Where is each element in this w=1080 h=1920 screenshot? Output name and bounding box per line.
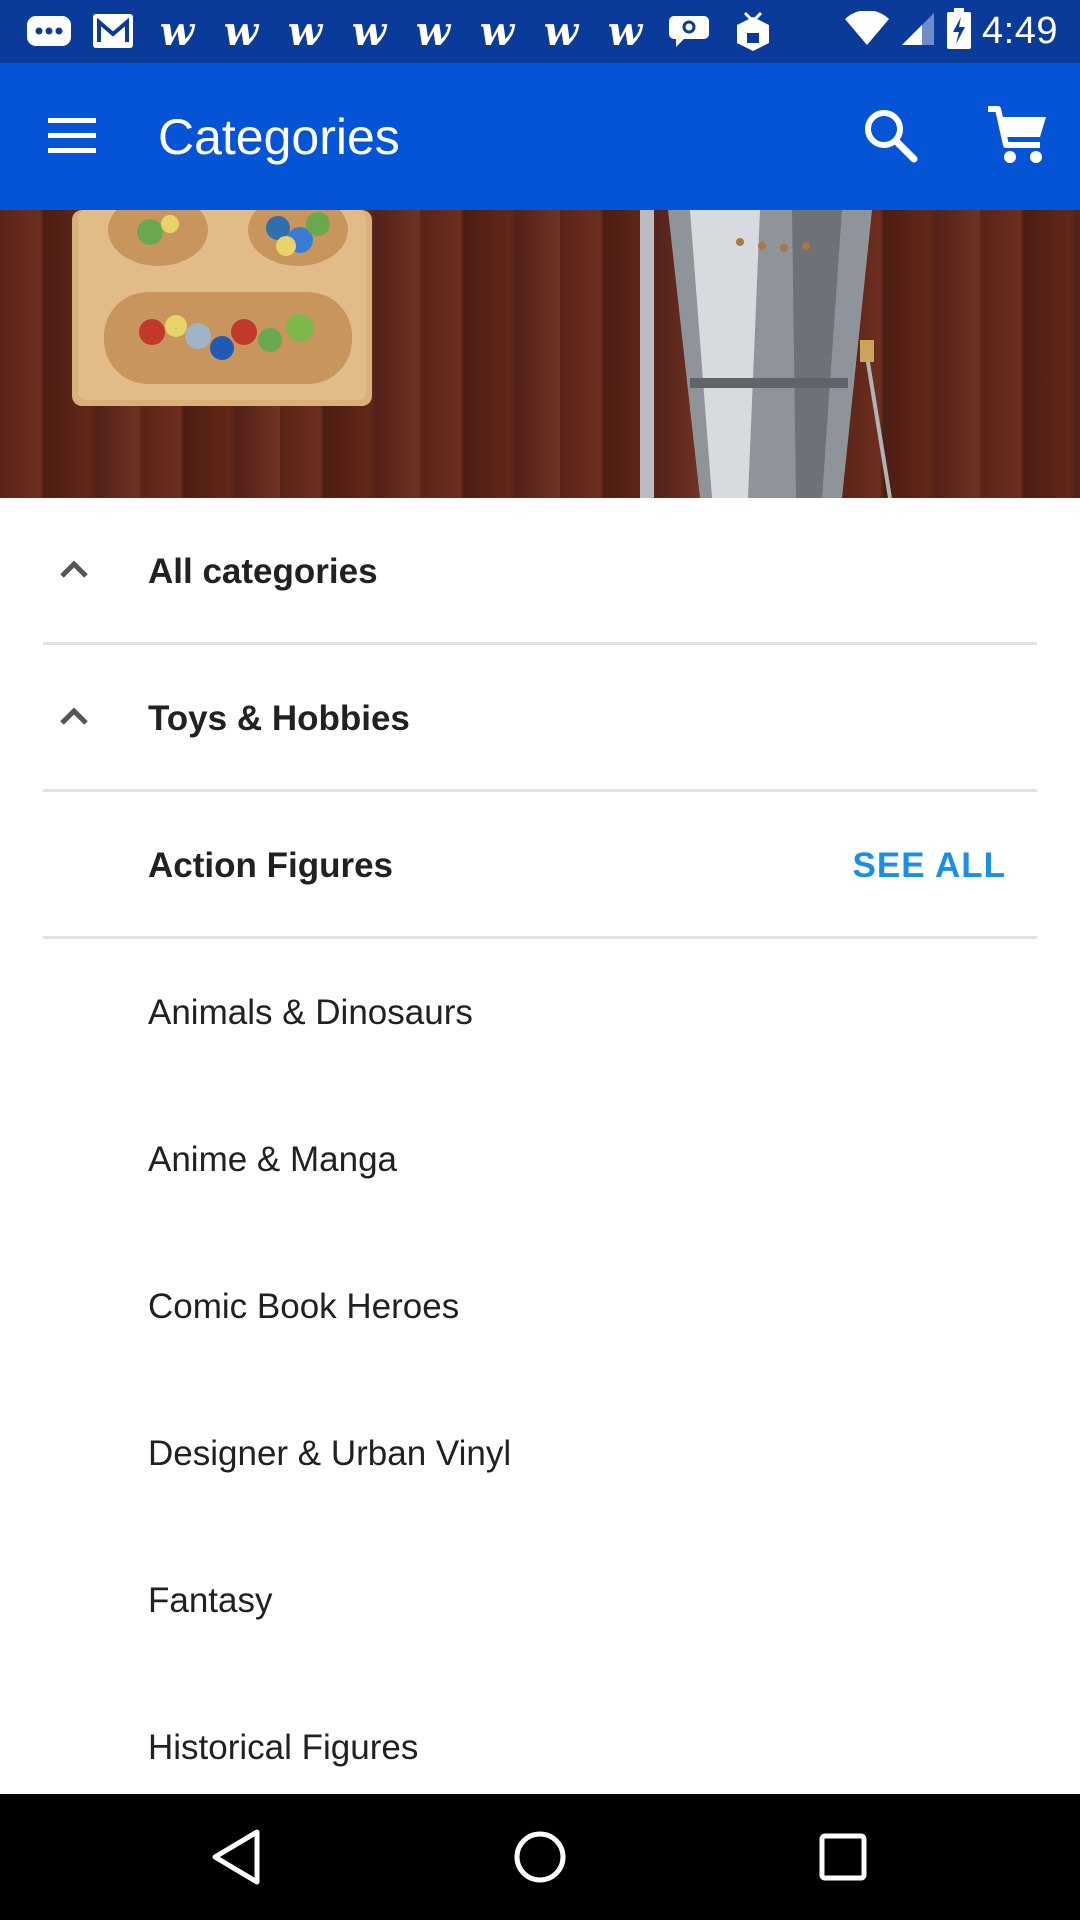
- home-circle-icon: [514, 1831, 566, 1883]
- back-triangle-icon: [212, 1829, 260, 1885]
- action-figures-row[interactable]: Action Figures SEE ALL: [0, 792, 1080, 939]
- battery-charging-icon: [946, 8, 972, 55]
- list-item-label: Comic Book Heroes: [148, 1286, 460, 1326]
- see-all-button[interactable]: SEE ALL: [853, 846, 1007, 886]
- list-item-label: Designer & Urban Vinyl: [148, 1433, 512, 1473]
- toys-hobbies-row[interactable]: Toys & Hobbies: [0, 645, 1080, 792]
- menu-button[interactable]: [38, 109, 110, 165]
- list-item-label: Fantasy: [148, 1580, 273, 1620]
- list-item-label: Animals & Dinosaurs: [148, 992, 473, 1032]
- notification-icons: w w w w w w w w: [0, 7, 778, 55]
- w-icon: w: [223, 7, 259, 55]
- list-item[interactable]: Anime & Manga: [0, 1086, 1080, 1233]
- list-item-label: Historical Figures: [148, 1727, 419, 1767]
- search-icon: [865, 110, 918, 163]
- list-item[interactable]: Animals & Dinosaurs: [0, 939, 1080, 1086]
- category-list: All categories Toys & Hobbies Action Fig…: [0, 498, 1080, 1821]
- parent-category-label: Toys & Hobbies: [148, 698, 410, 738]
- shopping-cart-icon: [988, 106, 1046, 163]
- hamburger-icon: [48, 118, 96, 153]
- home-button[interactable]: [507, 1824, 573, 1890]
- list-item[interactable]: Comic Book Heroes: [0, 1233, 1080, 1380]
- back-button[interactable]: [205, 1824, 271, 1890]
- w-icon: w: [159, 7, 195, 55]
- w-icon: w: [607, 7, 643, 55]
- navigation-bar: [0, 1794, 1080, 1920]
- list-item-label: Anime & Manga: [148, 1139, 398, 1179]
- subcategory-label: Action Figures: [148, 845, 394, 885]
- chevron-up-icon[interactable]: [56, 552, 92, 588]
- box-icon: [728, 11, 778, 52]
- status-bar: w w w w w w w w 4:49: [0, 0, 1080, 63]
- system-status: 4:49: [844, 8, 1080, 55]
- list-item[interactable]: Designer & Urban Vinyl: [0, 1380, 1080, 1527]
- w-icon: w: [415, 7, 451, 55]
- hero-illustration: [72, 210, 892, 498]
- hero-banner-image: [0, 210, 1080, 498]
- app-bar: Categories: [0, 63, 1080, 210]
- wifi-icon: [844, 10, 890, 52]
- w-icon: w: [543, 7, 579, 55]
- w-icon: w: [351, 7, 387, 55]
- clock: 4:49: [982, 10, 1058, 52]
- chevron-up-icon[interactable]: [56, 699, 92, 735]
- all-categories-row[interactable]: All categories: [0, 498, 1080, 645]
- list-item[interactable]: Fantasy: [0, 1527, 1080, 1674]
- page-title: Categories: [158, 109, 400, 165]
- all-categories-label: All categories: [148, 551, 378, 591]
- chat-icon: [24, 12, 74, 52]
- search-button[interactable]: [858, 103, 924, 169]
- recents-button[interactable]: [810, 1824, 876, 1890]
- cell-signal-icon: [900, 11, 936, 52]
- cart-button[interactable]: [984, 103, 1052, 169]
- w-icon: w: [287, 7, 323, 55]
- speech-bubble-icon: [664, 12, 714, 52]
- gmail-icon: [88, 12, 138, 52]
- w-icon: w: [479, 7, 515, 55]
- recents-square-icon: [819, 1833, 867, 1881]
